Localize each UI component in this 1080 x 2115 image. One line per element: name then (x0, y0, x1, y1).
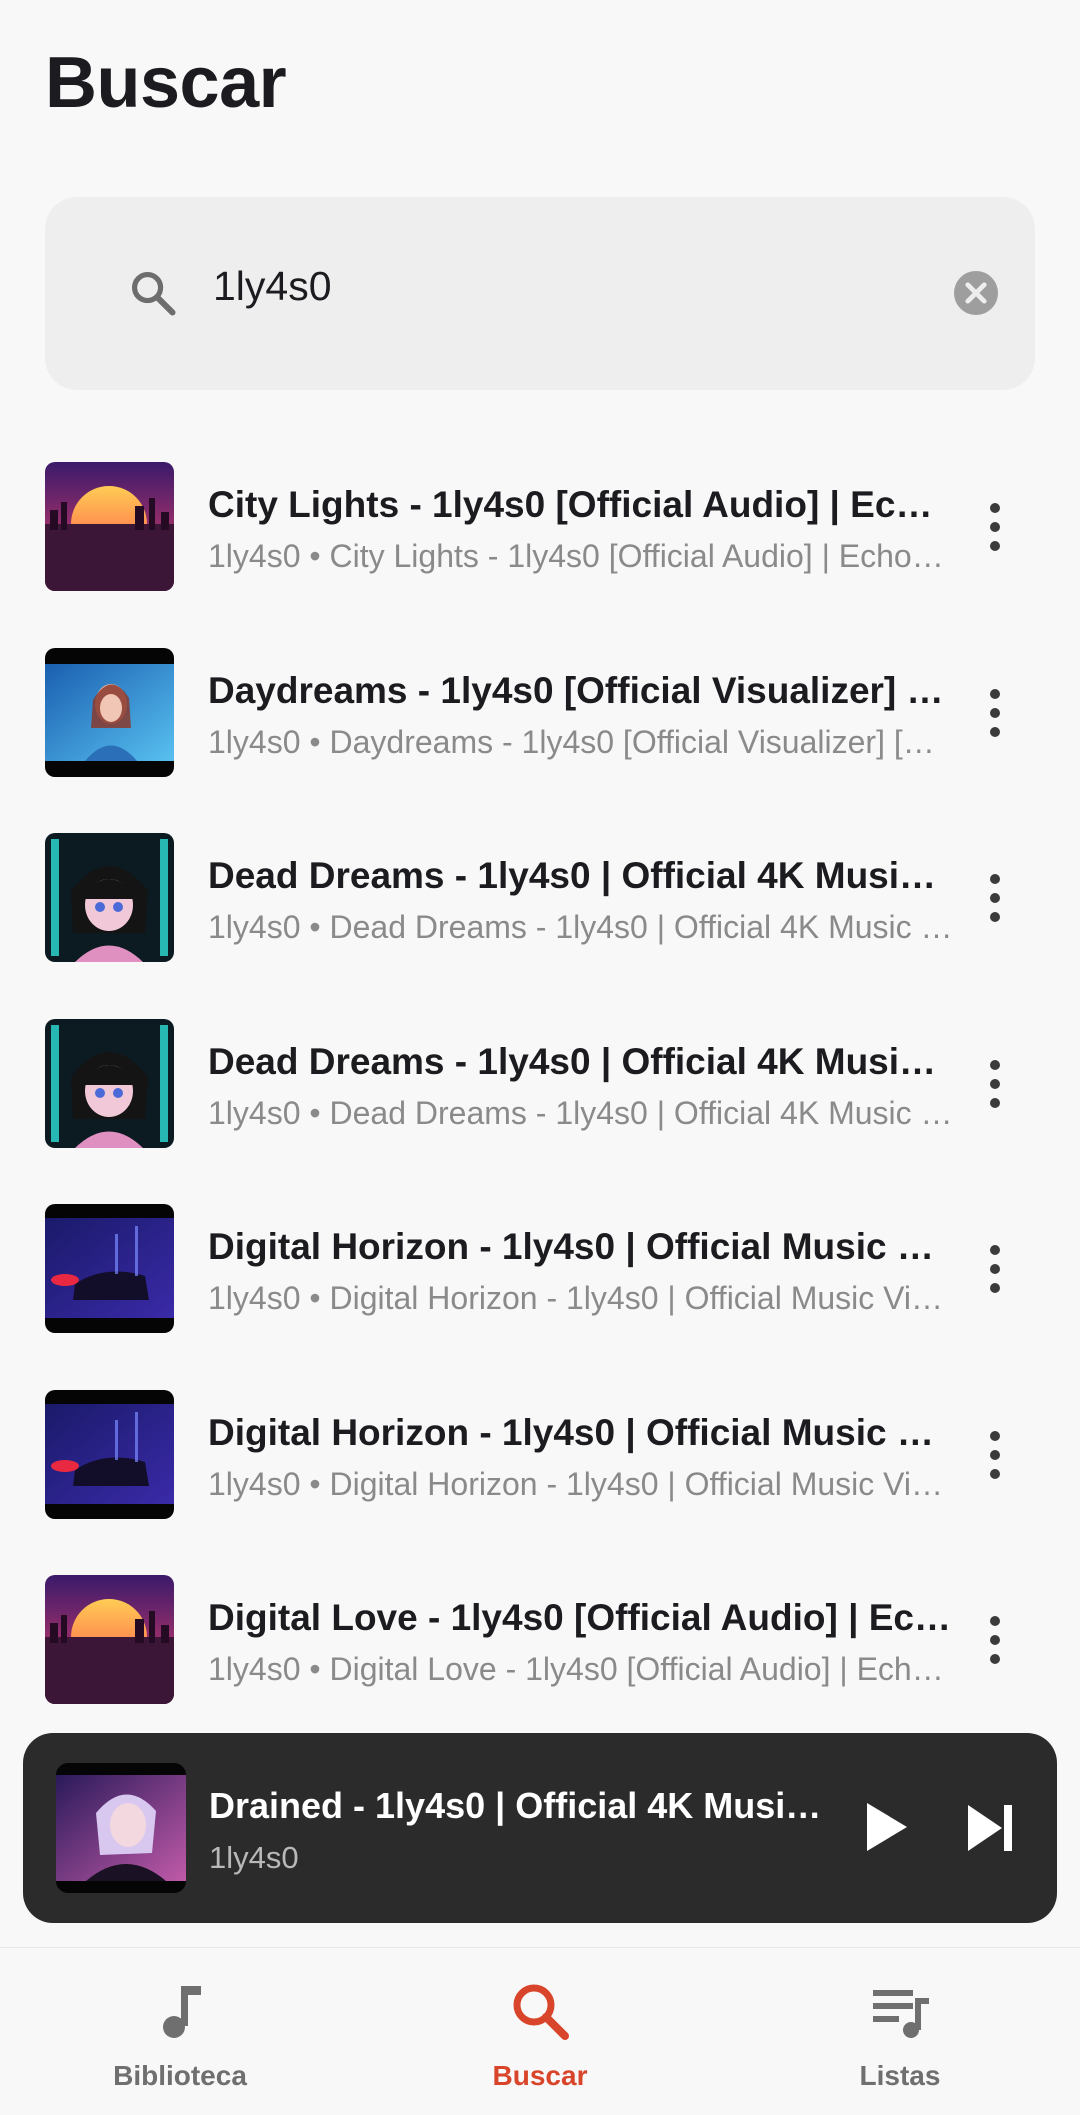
list-item[interactable]: Daydreams - 1ly4s0 [Official Visualizer]… (0, 620, 1080, 806)
playlist-icon (873, 1990, 929, 2038)
more-vert-icon[interactable] (975, 1613, 1015, 1667)
music-note-icon (163, 1986, 201, 2038)
clear-icon[interactable] (954, 271, 998, 315)
search-icon (131, 271, 176, 316)
result-title: Dead Dreams - 1ly4s0 | Official 4K Music… (208, 1040, 953, 1082)
album-art (45, 1204, 174, 1333)
more-vert-icon[interactable] (975, 500, 1015, 554)
list-item[interactable]: Dead Dreams - 1ly4s0 | Official 4K Music… (0, 805, 1080, 991)
list-item[interactable]: Digital Love - 1ly4s0 [Official Audio] |… (0, 1547, 1080, 1733)
now-playing-art (56, 1763, 186, 1893)
result-title: Digital Horizon - 1ly4s0 | Official Musi… (208, 1411, 953, 1453)
bottom-nav: Biblioteca Buscar Listas (0, 1947, 1080, 2115)
result-title: Digital Love - 1ly4s0 [Official Audio] |… (208, 1597, 953, 1638)
album-art (45, 462, 174, 591)
search-input[interactable]: 1ly4s0 (213, 263, 332, 310)
album-art (45, 1575, 174, 1704)
more-vert-icon[interactable] (975, 1242, 1015, 1296)
album-art (45, 833, 174, 962)
nav-item-biblioteca[interactable]: Biblioteca (0, 1948, 360, 2115)
list-item[interactable]: Dead Dreams - 1ly4s0 | Official 4K Music… (0, 991, 1080, 1177)
result-title: City Lights - 1ly4s0 [Official Audio] | … (208, 484, 953, 525)
album-art (45, 1018, 174, 1148)
page-title: Buscar (45, 43, 287, 123)
now-playing-title: Drained - 1ly4s0 | Official 4K Music Vid… (209, 1785, 839, 1826)
result-subtitle: 1ly4s0 • Dead Dreams - 1ly4s0 | Official… (208, 1094, 953, 1131)
list-item[interactable]: Digital Horizon - 1ly4s0 | Official Musi… (0, 1362, 1080, 1548)
more-vert-icon[interactable] (975, 1428, 1015, 1482)
nav-label: Biblioteca (113, 2060, 247, 2091)
skip-next-button[interactable] (958, 1795, 1024, 1861)
result-subtitle: 1ly4s0 • Digital Horizon - 1ly4s0 | Offi… (208, 1465, 953, 1502)
now-playing-artist: 1ly4s0 (209, 1840, 299, 1875)
result-subtitle: 1ly4s0 • Digital Love - 1ly4s0 [Official… (208, 1651, 953, 1687)
list-item[interactable]: Digital Horizon - 1ly4s0 | Official Musi… (0, 1176, 1080, 1362)
results-list: City Lights - 1ly4s0 [Official Audio] | … (0, 434, 1080, 1733)
result-title: Dead Dreams - 1ly4s0 | Official 4K Music… (208, 855, 953, 896)
search-icon (513, 1984, 569, 2040)
result-subtitle: 1ly4s0 • Daydreams - 1ly4s0 [Official Vi… (208, 723, 953, 760)
nav-label: Listas (859, 2060, 941, 2091)
search-bar[interactable]: 1ly4s0 (45, 197, 1035, 390)
more-vert-icon[interactable] (975, 1057, 1015, 1111)
play-button[interactable] (849, 1793, 917, 1861)
nav-item-buscar[interactable]: Buscar (360, 1948, 720, 2115)
nav-label: Buscar (492, 2060, 588, 2091)
result-title: Digital Horizon - 1ly4s0 | Official Musi… (208, 1226, 953, 1267)
result-subtitle: 1ly4s0 • Dead Dreams - 1ly4s0 | Official… (208, 909, 953, 945)
result-subtitle: 1ly4s0 • Digital Horizon - 1ly4s0 | Offi… (208, 1280, 953, 1316)
more-vert-icon[interactable] (975, 871, 1015, 925)
more-vert-icon[interactable] (975, 686, 1015, 740)
result-title: Daydreams - 1ly4s0 [Official Visualizer]… (208, 669, 953, 711)
list-item[interactable]: City Lights - 1ly4s0 [Official Audio] | … (0, 434, 1080, 620)
mini-player[interactable]: Drained - 1ly4s0 | Official 4K Music Vid… (23, 1733, 1057, 1923)
nav-item-listas[interactable]: Listas (720, 1948, 1080, 2115)
result-subtitle: 1ly4s0 • City Lights - 1ly4s0 [Official … (208, 538, 953, 574)
album-art (45, 647, 174, 777)
album-art (45, 1389, 174, 1519)
